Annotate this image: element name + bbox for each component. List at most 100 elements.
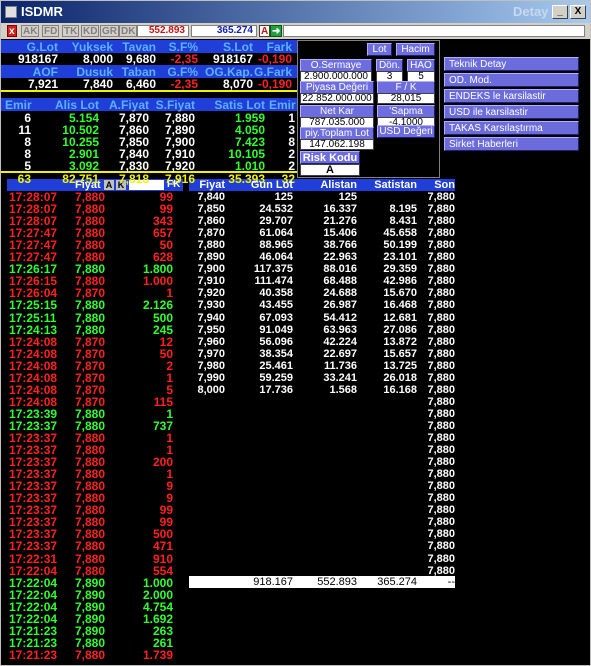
depth-cell: 2: [288, 159, 295, 173]
trade-time: 17:24:13: [9, 322, 58, 337]
distribution-cell: 42.224: [323, 335, 357, 348]
side-menu-item[interactable]: USD ile karsilastir: [444, 105, 579, 119]
trade-time: 17:22:04: [9, 587, 58, 602]
trade-lot: 115: [153, 394, 173, 409]
son-value: 7,880: [427, 263, 455, 276]
trade-lot: 1: [166, 467, 173, 482]
distribution-cell: 7,960: [197, 335, 225, 348]
son-value: 7,880: [427, 564, 455, 577]
distribution-cell: 45.658: [383, 227, 417, 240]
trade-lot: 9: [166, 479, 173, 494]
son-value: 7,880: [427, 468, 455, 481]
hacim-button[interactable]: Hacim: [396, 43, 435, 56]
distribution-cell: 8,000: [197, 383, 225, 396]
a-button[interactable]: A: [259, 25, 271, 37]
distribution-cell: 21.276: [323, 215, 357, 228]
fd-button[interactable]: FD: [42, 25, 60, 37]
distribution-cell: 7,870: [197, 227, 225, 240]
son-value: 7,880: [427, 444, 455, 457]
title-bar[interactable]: ISDMR Detay _ X: [1, 1, 590, 23]
app-icon: [5, 6, 17, 18]
usd-button[interactable]: USD Değeri: [377, 125, 435, 138]
trade-price: 7,870: [74, 358, 105, 373]
distribution-cell: 26.018: [383, 371, 417, 384]
son-value: 7,880: [427, 516, 455, 529]
distribution-cell: 22.697: [323, 347, 357, 360]
piytoplam-value: 147.062.198: [300, 139, 374, 150]
summary-value: 7,840: [61, 78, 113, 90]
trade-time: 17:22:04: [9, 563, 58, 578]
close-window-button[interactable]: X: [570, 5, 586, 19]
son-value: 7,880: [427, 552, 455, 565]
distribution-cell: 27.086: [383, 323, 417, 336]
side-menu-item[interactable]: ENDEKS le karsilastir: [444, 89, 579, 103]
side-menu-item[interactable]: Sirket Haberleri: [444, 137, 579, 151]
distribution-cell: 15.670: [383, 287, 417, 300]
son-value: 7,880: [427, 227, 455, 240]
piyasa-value: 22.852.000.000: [300, 93, 374, 104]
trade-lot: 500: [152, 310, 173, 325]
minimize-button[interactable]: _: [552, 5, 568, 19]
distribution-cell: 7,950: [197, 323, 225, 336]
trade-price: 7,870: [74, 334, 105, 349]
close-icon[interactable]: x: [7, 25, 17, 37]
side-menu-item[interactable]: TAKAS Karsılaştırma: [444, 121, 579, 135]
scrollbar[interactable]: [586, 39, 590, 659]
son-value: 7,880: [427, 419, 455, 432]
trade-time: 17:24:08: [9, 334, 58, 349]
trade-lot: 2.126: [142, 298, 173, 313]
search-input[interactable]: [283, 25, 585, 37]
distribution-cell: 16.168: [383, 383, 417, 396]
trade-price: 7,880: [74, 647, 105, 662]
lot-button[interactable]: Lot: [367, 43, 392, 56]
distribution-cell: 111.474: [254, 275, 293, 288]
distribution-cell: 7,900: [197, 263, 225, 276]
son-value: 7,880: [427, 287, 455, 300]
side-menu-item[interactable]: Teknik Detay: [444, 57, 579, 71]
dk-button[interactable]: DK: [119, 25, 138, 37]
distribution-cell: 29.707: [259, 215, 293, 228]
distribution-cell: 7,860: [197, 215, 225, 228]
trade-price: 7,880: [74, 563, 105, 578]
distribution-cell: 7,920: [197, 287, 225, 300]
distribution-header: Fiyat: [199, 179, 225, 191]
risk-value: A: [300, 164, 360, 176]
son-value: 7,880: [427, 347, 455, 360]
distribution-cell: 7,940: [197, 311, 225, 324]
trade-lot: 2: [166, 358, 173, 373]
distribution-cell: 56.096: [259, 335, 293, 348]
distribution-cell: 13.872: [383, 335, 417, 348]
depth-header: Alis Lot: [55, 98, 99, 112]
trade-time: 17:22:04: [9, 611, 58, 626]
distribution-cell: 38.766: [323, 239, 357, 252]
summary-value: 918167: [8, 53, 58, 65]
distribution-cell: 7,880: [197, 239, 225, 252]
gr-button[interactable]: GR: [100, 25, 119, 37]
distribution-cell: 29.359: [383, 263, 417, 276]
distribution-cell: 59.259: [259, 371, 293, 384]
distribution-total: 365.274: [377, 576, 417, 588]
kd-button[interactable]: KD: [81, 25, 100, 37]
distribution-cell: 24.688: [323, 287, 357, 300]
side-menu-item[interactable]: OD. Mod.: [444, 73, 579, 87]
arrow-right-icon[interactable]: ➜: [270, 25, 283, 37]
distribution-cell: 15.657: [383, 347, 417, 360]
distribution-cell: 7,840: [197, 191, 225, 203]
distribution-cell: 38.354: [259, 347, 293, 360]
tk-button[interactable]: TK: [62, 25, 80, 37]
risk-label: Risk Kodu: [300, 151, 360, 164]
distribution-header: Gun Lot: [250, 179, 293, 191]
summary-value: 8,000: [61, 53, 113, 65]
trade-time: 17:21:23: [9, 623, 58, 638]
summary-value: 918167: [201, 53, 253, 65]
distribution-cell: 16.468: [383, 299, 417, 312]
ak-button[interactable]: AK: [21, 25, 40, 37]
distribution-cell: 25.461: [259, 359, 293, 372]
distribution-cell: 125: [338, 191, 357, 203]
son-value: 7,880: [427, 504, 455, 517]
distribution-cell: 23.101: [383, 251, 417, 264]
trade-lot: 1.000: [142, 575, 173, 590]
son-value: 7,880: [427, 432, 455, 444]
summary-value: -2,35: [158, 53, 198, 65]
distribution-cell: 7,910: [197, 275, 225, 288]
